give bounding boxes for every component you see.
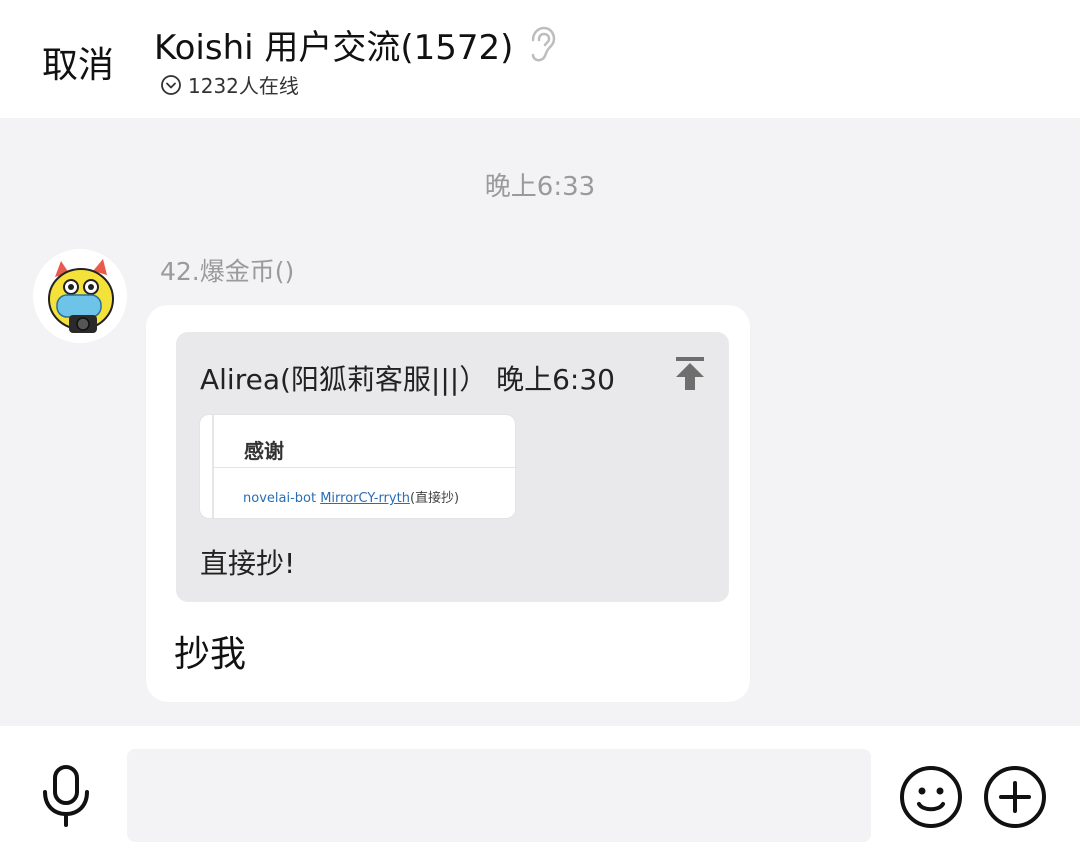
thumb-divider [214, 467, 515, 468]
cancel-button[interactable]: 取消 [42, 36, 114, 88]
online-status[interactable]: 1232人在线 [160, 70, 299, 99]
title-row: Koishi 用户交流(1572) [154, 20, 557, 69]
time-separator: 晚上6:33 [484, 172, 596, 202]
chevron-down-circle-icon [161, 74, 181, 95]
quote-header: Alirea(阳狐莉客服|||） 晚上6:30 [200, 363, 615, 396]
thumb-text-prefix: novelai-bot [243, 491, 321, 506]
quote-body: 直接抄! [200, 547, 296, 580]
chat-area[interactable]: 晚上6:33 42.爆金币() Alirea(阳狐莉客服|||） 晚上6:30 [0, 118, 1080, 726]
online-count: 1232人在线 [188, 74, 299, 98]
avatar-image [33, 249, 127, 343]
quoted-message[interactable]: Alirea(阳狐莉客服|||） 晚上6:30 感谢 novelai-bot M… [176, 332, 729, 602]
thumb-text-suffix: (直接抄) [409, 491, 460, 506]
message-bubble[interactable]: Alirea(阳狐莉客服|||） 晚上6:30 感谢 novelai-bot M… [146, 305, 750, 702]
plus-circle-icon[interactable] [982, 764, 1048, 830]
sender-name[interactable]: 42.爆金币() [160, 252, 294, 288]
input-bar [0, 726, 1080, 866]
quoted-image[interactable]: 感谢 novelai-bot MirrorCY-rryth(直接抄) [199, 414, 516, 519]
message-input[interactable] [127, 749, 871, 842]
group-title[interactable]: Koishi 用户交流(1572) [154, 20, 513, 69]
ear-icon[interactable] [527, 26, 557, 64]
message-text: 抄我 [174, 634, 247, 675]
smiley-icon[interactable] [898, 764, 964, 830]
thumb-text-link: MirrorCY-rryth [320, 491, 410, 506]
chat-header: 取消 Koishi 用户交流(1572) 1232人在线 [0, 0, 1080, 118]
pin-to-top-icon[interactable] [673, 354, 707, 394]
thumb-text: novelai-bot MirrorCY-rryth(直接抄) [243, 487, 459, 506]
microphone-icon[interactable] [40, 764, 92, 828]
thumb-title: 感谢 [244, 439, 284, 463]
avatar[interactable] [33, 249, 127, 343]
